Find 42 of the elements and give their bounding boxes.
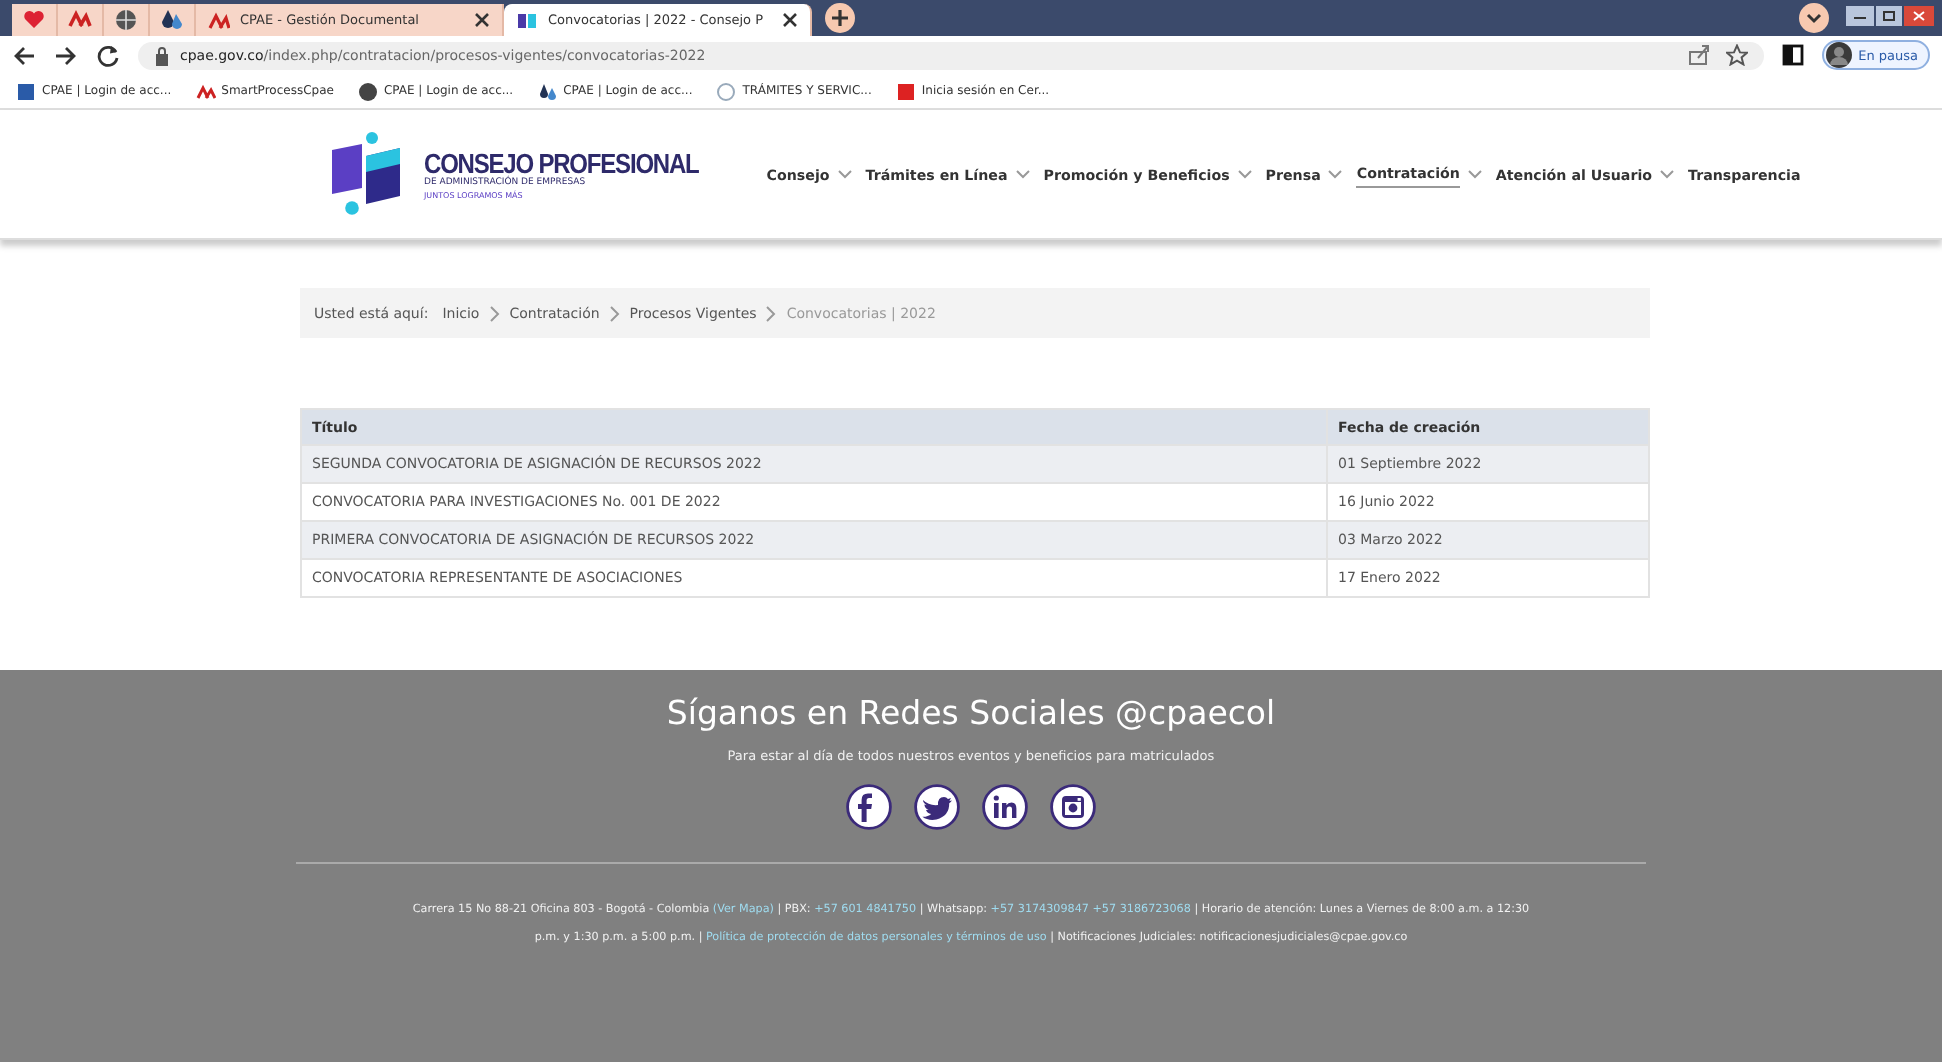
star-icon[interactable]: [1726, 44, 1749, 66]
footer-title: Síganos en Redes Sociales @cpaecol: [666, 694, 1276, 732]
site-icon: [716, 81, 737, 101]
site-icon: [195, 81, 216, 101]
pinned-tab[interactable]: [58, 4, 104, 36]
drops-logo-icon: [160, 8, 184, 32]
lock-icon: [154, 45, 170, 65]
chevron-down-icon[interactable]: [1660, 169, 1675, 179]
new-tab-icon[interactable]: [824, 2, 856, 34]
avatar-icon: [1826, 42, 1853, 68]
chevron-down-icon[interactable]: [1328, 169, 1343, 179]
chevron-right-icon: [489, 305, 500, 321]
back-arrow-icon[interactable]: [12, 43, 36, 67]
instagram-icon[interactable]: [1050, 784, 1096, 830]
site-icon: [357, 81, 378, 101]
forward-arrow-icon[interactable]: [54, 43, 78, 67]
chevron-down-icon[interactable]: [1237, 169, 1252, 179]
chevron-down-icon[interactable]: [1015, 169, 1030, 179]
facebook-icon[interactable]: [846, 784, 892, 830]
close-icon[interactable]: [782, 12, 798, 28]
site-icon: [895, 81, 916, 101]
site-logo-icon: [208, 9, 230, 31]
heart-icon: [22, 8, 46, 32]
close-icon[interactable]: [474, 12, 490, 28]
chevron-right-icon: [609, 305, 620, 321]
dropdown-icon[interactable]: [1798, 2, 1830, 34]
pinned-tab[interactable]: [104, 4, 150, 36]
site-icon: [537, 81, 558, 101]
twitter-icon[interactable]: [914, 784, 960, 830]
share-icon[interactable]: [1688, 44, 1711, 66]
letters-logo-icon: [68, 8, 92, 32]
reload-icon[interactable]: [96, 43, 120, 67]
pinned-tab[interactable]: [150, 4, 196, 36]
chevron-down-icon[interactable]: [837, 169, 852, 179]
side-panel-icon[interactable]: [1782, 44, 1805, 66]
site-logo-icon: [516, 9, 538, 31]
chevron-right-icon: [766, 305, 777, 321]
globe-icon: [114, 8, 138, 32]
site-icon: [16, 81, 36, 101]
window-controls-icon[interactable]: [1846, 4, 1934, 28]
linkedin-icon[interactable]: [982, 784, 1028, 830]
chevron-down-icon[interactable]: [1467, 169, 1482, 179]
